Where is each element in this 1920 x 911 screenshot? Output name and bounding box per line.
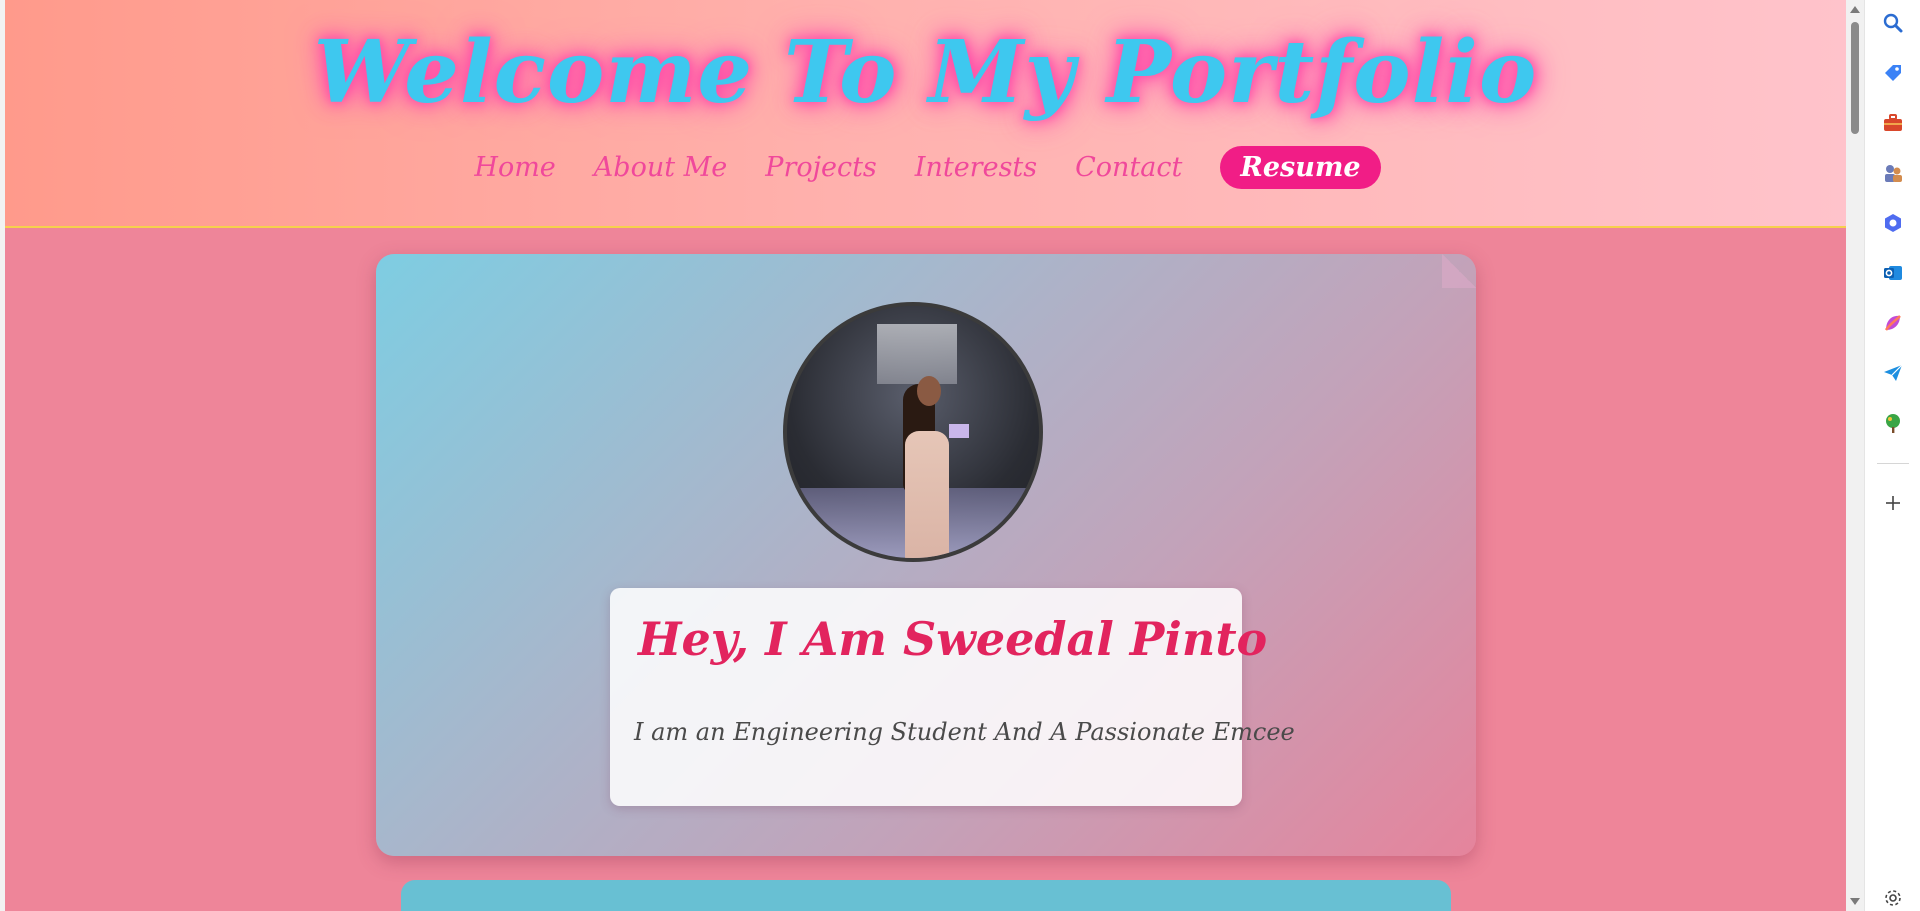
plus-icon[interactable] [1878, 488, 1908, 518]
briefcase-icon[interactable] [1878, 108, 1908, 138]
scroll-up-arrow-icon[interactable] [1850, 6, 1860, 13]
site-title: Welcome To My Portfolio [313, 22, 1538, 123]
send-icon[interactable] [1878, 358, 1908, 388]
scroll-thumb[interactable] [1851, 22, 1859, 134]
search-icon[interactable] [1878, 8, 1908, 38]
nav-projects[interactable]: Projects [765, 152, 877, 183]
intro-heading: Hey, I Am Sweedal Pinto [638, 612, 1268, 666]
chess-icon[interactable] [1878, 158, 1908, 188]
copilot-icon[interactable] [1878, 208, 1908, 238]
page-scrollbar[interactable] [1846, 0, 1864, 911]
intro-subtext: I am an Engineering Student And A Passio… [634, 718, 1295, 746]
designer-icon[interactable] [1878, 308, 1908, 338]
tree-icon[interactable] [1878, 408, 1908, 438]
nav-about-me[interactable]: About Me [594, 152, 727, 183]
page-viewport: Welcome To My Portfolio Home About Me Pr… [0, 0, 1846, 911]
window-edge [0, 0, 5, 911]
next-section-card [401, 880, 1451, 911]
sidebar-divider [1877, 463, 1909, 464]
site-header: Welcome To My Portfolio Home About Me Pr… [5, 0, 1846, 228]
resume-button[interactable]: Resume [1220, 146, 1381, 189]
card-corner-fold [1442, 254, 1476, 288]
hero-card: Hey, I Am Sweedal Pinto I am an Engineer… [376, 254, 1476, 856]
intro-box: Hey, I Am Sweedal Pinto I am an Engineer… [610, 588, 1295, 806]
nav-home[interactable]: Home [474, 152, 555, 183]
browser-sidebar [1864, 0, 1920, 911]
tag-icon[interactable] [1878, 58, 1908, 88]
nav-contact[interactable]: Contact [1075, 152, 1182, 183]
main-nav: Home About Me Projects Interests Contact… [5, 146, 1846, 189]
scroll-down-arrow-icon[interactable] [1850, 898, 1860, 905]
outlook-icon[interactable] [1878, 258, 1908, 288]
nav-interests[interactable]: Interests [915, 152, 1037, 183]
profile-photo [783, 302, 1043, 562]
settings-icon[interactable] [1878, 885, 1908, 911]
